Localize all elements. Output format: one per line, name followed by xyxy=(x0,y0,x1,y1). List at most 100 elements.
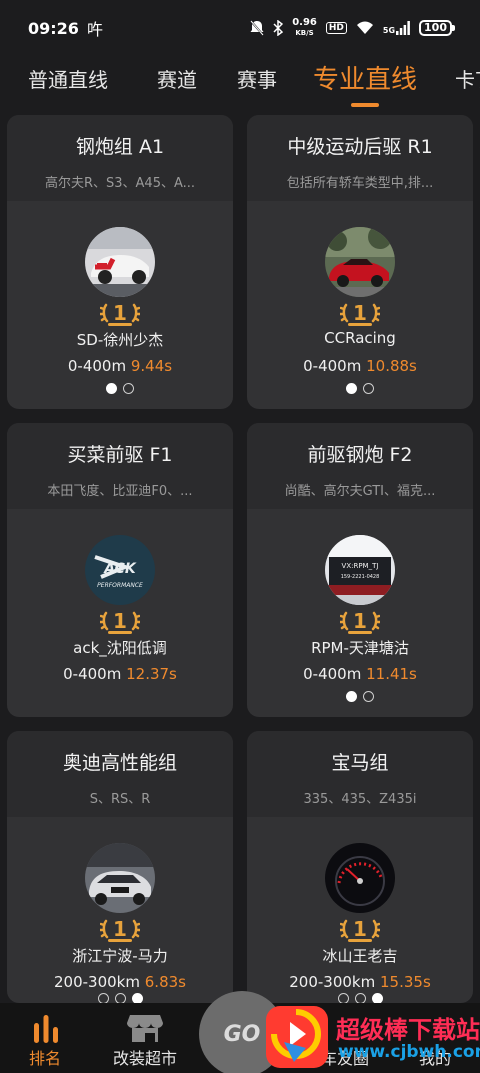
rpm-sticker: VX:RPM_TJ xyxy=(342,562,379,570)
first-place-medal-icon: 1 xyxy=(100,301,140,327)
card-subtitle: 尚酷、高尔夫GTI、福克... xyxy=(284,484,436,499)
mute-bell-icon xyxy=(250,20,264,36)
card-header: 前驱钢炮 F2 尚酷、高尔夫GTI、福克... xyxy=(247,423,473,509)
tab-events[interactable]: 赛事 xyxy=(237,64,277,93)
card-title: 奥迪高性能组 xyxy=(62,752,177,774)
group-card-a1[interactable]: 钢炮组 A1 高尔夫R、S3、A45、A... 1 SD-徐州少杰 0-400m… xyxy=(7,115,233,409)
card-title: 买菜前驱 F1 xyxy=(67,444,173,466)
result-line: 200-300km 15.35s xyxy=(247,973,473,991)
tab-track[interactable]: 赛道 xyxy=(157,64,197,93)
driver-avatar[interactable] xyxy=(325,843,395,913)
card-header: 奥迪高性能组 S、RS、R xyxy=(7,731,233,817)
first-place-medal-icon: 1 xyxy=(340,917,380,943)
pager-dot-active[interactable] xyxy=(106,383,117,394)
medal-rank: 1 xyxy=(113,609,127,633)
driver-avatar[interactable]: VX:RPM_TJ 159-2221-0428 xyxy=(325,535,395,605)
pager-dot-active[interactable] xyxy=(346,383,357,394)
result-metric: 200-300km xyxy=(289,973,376,991)
medal-rank: 1 xyxy=(353,609,367,633)
pager-dot-active[interactable] xyxy=(131,993,143,1003)
watermark-logo-icon xyxy=(266,1006,328,1068)
pager-dot-active[interactable] xyxy=(346,691,357,702)
signal-label: 5G xyxy=(382,26,396,35)
speed-unit: KB/S xyxy=(295,29,314,37)
card-header: 钢炮组 A1 高尔夫R、S3、A45、A... xyxy=(7,115,233,201)
driver-name: ack_沈阳低调 xyxy=(73,639,167,657)
result-line: 200-300km 6.83s xyxy=(7,973,233,991)
driver-avatar[interactable] xyxy=(85,227,155,297)
pager-dot[interactable] xyxy=(363,383,374,394)
driver-avatar[interactable]: ACK PERFORMANCE xyxy=(85,535,155,605)
medal-rank: 1 xyxy=(113,917,127,941)
first-place-medal-icon: 1 xyxy=(340,609,380,635)
pager-dots xyxy=(7,993,233,1003)
result-metric: 0-400m xyxy=(63,665,122,683)
result-metric: 0-400m xyxy=(303,665,362,683)
bluetooth-icon xyxy=(273,20,284,36)
pager-dots xyxy=(7,383,233,394)
ack-logo: ACK xyxy=(103,561,137,577)
card-title: 钢炮组 A1 xyxy=(75,136,165,158)
speed-value: 0.96 xyxy=(292,17,317,28)
shop-icon xyxy=(127,1015,163,1042)
tab-normal-straight[interactable]: 普通直线 xyxy=(28,64,108,93)
tab-kart[interactable]: 卡丁 xyxy=(455,64,480,93)
card-header: 买菜前驱 F1 本田飞度、比亚迪F0、... xyxy=(7,423,233,509)
nav-ranking-label: 排名 xyxy=(28,1049,61,1068)
status-bar: 09:26 吘 0.96 KB/S HD 5G 100 xyxy=(0,0,480,56)
card-subtitle: 本田飞度、比亚迪F0、... xyxy=(47,484,193,499)
carrier-icon: 吘 xyxy=(86,20,103,39)
clock: 09:26 xyxy=(28,18,79,38)
nav-tuning-shop[interactable]: 改装超市 xyxy=(95,1003,195,1073)
network-speed: 0.96 KB/S xyxy=(292,18,317,38)
pager-dots xyxy=(247,383,473,394)
group-card-r1[interactable]: 中级运动后驱 R1 包括所有轿车类型中,排... 1 CCRacing 0-40… xyxy=(247,115,473,409)
group-card-f2[interactable]: 前驱钢炮 F2 尚酷、高尔夫GTI、福克... VX:RPM_TJ 159-222… xyxy=(247,423,473,717)
status-icons: 0.96 KB/S HD 5G 100 xyxy=(250,18,455,38)
category-tabs: 普通直线 赛道 赛事 专业直线 卡丁 xyxy=(0,56,480,108)
pager-dot[interactable] xyxy=(123,383,134,394)
result-time: 9.44s xyxy=(130,357,173,375)
pager-dot[interactable] xyxy=(363,691,374,702)
driver-avatar[interactable] xyxy=(85,843,155,913)
ranking-bars-icon xyxy=(34,1015,58,1043)
result-time: 15.35s xyxy=(380,973,431,991)
watermark: 超级棒下载站 www.cjbwh.com xyxy=(262,1000,480,1073)
first-place-medal-icon: 1 xyxy=(100,609,140,635)
card-title: 中级运动后驱 R1 xyxy=(287,136,433,158)
nav-ranking[interactable]: 排名 xyxy=(0,1003,90,1073)
card-header: 中级运动后驱 R1 包括所有轿车类型中,排... xyxy=(247,115,473,201)
card-header: 宝马组 335、435、Z435i xyxy=(247,731,473,817)
result-metric: 0-400m xyxy=(303,357,362,375)
card-subtitle: 335、435、Z435i xyxy=(303,792,417,807)
result-metric: 200-300km xyxy=(54,973,140,991)
tab-pro-straight[interactable]: 专业直线 xyxy=(313,59,417,96)
signal-icon: 5G xyxy=(383,21,410,35)
result-time: 10.88s xyxy=(366,357,417,375)
pager-dot[interactable] xyxy=(114,993,126,1003)
medal-rank: 1 xyxy=(113,301,127,325)
card-subtitle: S、RS、R xyxy=(89,792,151,807)
result-time: 11.41s xyxy=(366,665,417,683)
driver-name: 浙江宁波-马力 xyxy=(72,947,168,965)
group-card-f1[interactable]: 买菜前驱 F1 本田飞度、比亚迪F0、... ACK PERFORMANCE 1 … xyxy=(7,423,233,717)
group-card-audi[interactable]: 奥迪高性能组 S、RS、R 1 浙江宁波-马力 200-300km 6.83s xyxy=(7,731,233,1003)
tab-indicator xyxy=(351,103,379,107)
card-subtitle: 高尔夫R、S3、A45、A... xyxy=(44,176,196,191)
pager-dot[interactable] xyxy=(97,993,109,1003)
first-place-medal-icon: 1 xyxy=(340,301,380,327)
rpm-phone: 159-2221-0428 xyxy=(341,574,380,580)
nav-tuning-shop-label: 改装超市 xyxy=(112,1049,177,1068)
driver-avatar[interactable] xyxy=(325,227,395,297)
result-time: 12.37s xyxy=(126,665,177,683)
result-line: 0-400m 10.88s xyxy=(247,357,473,375)
battery-icon: 100 xyxy=(419,20,455,36)
wifi-icon xyxy=(356,21,373,34)
card-title: 宝马组 xyxy=(331,752,389,774)
group-card-bmw[interactable]: 宝马组 335、435、Z435i 1 冰山王老吉 200-300km 15.3… xyxy=(247,731,473,1003)
result-time: 6.83s xyxy=(144,973,186,991)
driver-name: 冰山王老吉 xyxy=(322,947,398,965)
card-subtitle: 包括所有轿车类型中,排... xyxy=(286,176,434,191)
hd-badge: HD xyxy=(325,22,347,34)
watermark-title: 超级棒下载站 xyxy=(336,1016,480,1044)
